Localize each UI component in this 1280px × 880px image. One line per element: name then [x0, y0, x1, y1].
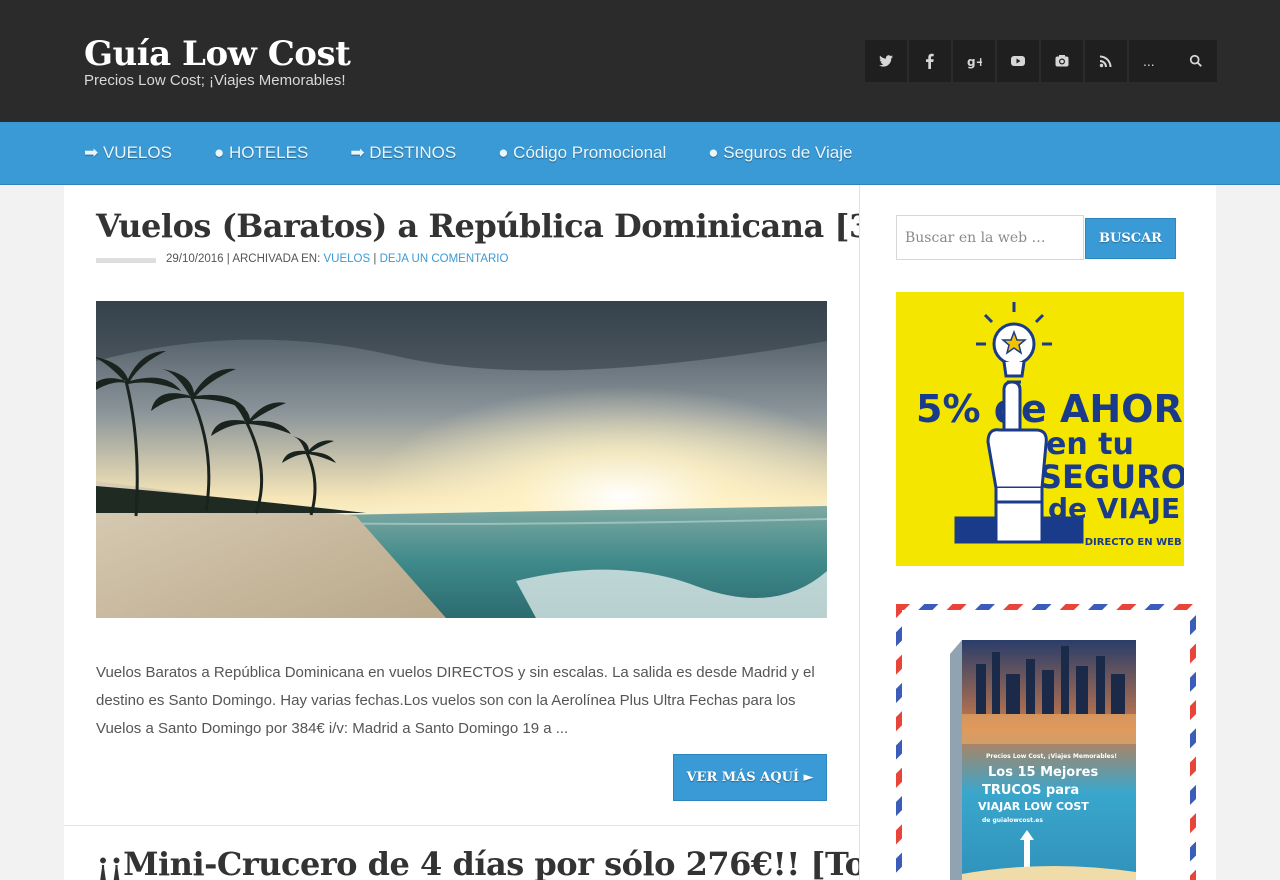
site-title[interactable]: Guía Low Cost [84, 34, 351, 74]
meta-separator: | [373, 253, 377, 265]
google-plus-icon[interactable]: g+ [953, 40, 995, 82]
main-navigation: ➡ VUELOS ● HOTELES ➡ DESTINOS ● Código P… [0, 122, 1280, 185]
instagram-icon[interactable] [1041, 40, 1083, 82]
ad-line2: en tu [1046, 427, 1134, 462]
meta-divider [96, 258, 156, 263]
sidebar: Buscar en la web … BUSCAR 5% de AHORRO e… [860, 185, 1216, 880]
ebook-line3: VIAJAR LOW COST [978, 800, 1089, 813]
site-tagline: Precios Low Cost; ¡Viajes Memorables! [84, 72, 346, 89]
post-category-link[interactable]: VUELOS [324, 253, 371, 265]
nav-item-destinos[interactable]: ➡ DESTINOS [350, 143, 456, 163]
post-filed-label: | ARCHIVADA EN: [226, 253, 321, 265]
social-bar: g+ ... [865, 40, 1217, 82]
site-header: Guía Low Cost Precios Low Cost; ¡Viajes … [0, 0, 1280, 122]
ad-footnote: * DIRECTO EN WEB [1076, 537, 1182, 548]
ebook-small-text: Precios Low Cost, ¡Viajes Memorables! [986, 753, 1117, 760]
insurance-ad-banner[interactable]: 5% de AHORRO en tu SEGURO de VIAJE * DIR… [896, 292, 1184, 566]
nav-list: ➡ VUELOS ● HOTELES ➡ DESTINOS ● Código P… [84, 122, 894, 184]
ebook-line1: Los 15 Mejores [988, 765, 1098, 780]
post-meta: 29/10/2016 | ARCHIVADA EN: VUELOS | DEJA… [166, 253, 508, 265]
header-search-input[interactable]: ... [1143, 53, 1155, 69]
ad-line3: SEGURO [1039, 458, 1184, 496]
nav-item-codigo-promocional[interactable]: ● Código Promocional [498, 143, 666, 163]
read-more-button[interactable]: VER MÁS AQUÍ ► [673, 754, 827, 801]
featured-image[interactable] [96, 301, 827, 618]
ebook-widget[interactable]: Precios Low Cost, ¡Viajes Memorables! Lo… [896, 604, 1196, 880]
post-excerpt: Vuelos Baratos a República Dominicana en… [96, 664, 815, 737]
ebook-by: de guialowcost.es [982, 817, 1043, 824]
nav-item-hoteles[interactable]: ● HOTELES [214, 143, 308, 163]
sidebar-search-button[interactable]: BUSCAR [1085, 218, 1176, 259]
post-title[interactable]: Vuelos (Baratos) a República Dominicana … [96, 207, 859, 245]
ebook-line2: TRUCOS para [982, 783, 1079, 798]
facebook-icon[interactable] [909, 40, 951, 82]
youtube-icon[interactable] [997, 40, 1039, 82]
nav-item-vuelos[interactable]: ➡ VUELOS [84, 143, 172, 163]
rss-icon[interactable] [1085, 40, 1127, 82]
post-date: 29/10/2016 [166, 253, 224, 265]
header-search[interactable]: ... [1129, 40, 1217, 82]
ad-line1: 5% de AHORRO [916, 387, 1184, 431]
post-divider [64, 825, 859, 826]
svg-text:g+: g+ [967, 55, 982, 69]
main-content: Vuelos (Baratos) a República Dominicana … [64, 185, 860, 880]
sidebar-search-input[interactable]: Buscar en la web … [896, 215, 1084, 260]
post-comment-link[interactable]: DEJA UN COMENTARIO [380, 253, 509, 265]
search-icon[interactable] [1189, 54, 1203, 68]
nav-item-seguros-de-viaje[interactable]: ● Seguros de Viaje [708, 143, 852, 163]
next-post-title[interactable]: ¡¡Mini-Crucero de 4 días por sólo 276€!!… [96, 845, 859, 880]
twitter-icon[interactable] [865, 40, 907, 82]
